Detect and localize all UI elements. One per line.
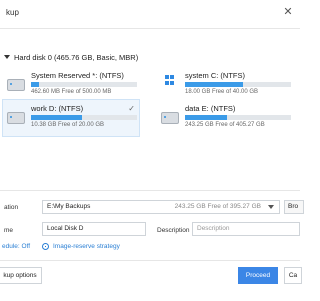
partition-usage-bar	[185, 82, 291, 87]
partition-name: system C: (NTFS)	[185, 71, 245, 80]
proceed-button[interactable]: Proceed	[238, 267, 278, 284]
partition-usage-fill	[185, 115, 228, 120]
disk-header-label: Hard disk 0 (465.76 GB, Basic, MBR)	[14, 53, 139, 62]
checkmark-icon: ✓	[128, 104, 135, 113]
destination-label: ation	[4, 204, 19, 211]
destination-select[interactable]: E:\My Backups 243.25 GB Free of 395.27 G…	[42, 200, 280, 214]
drive-icon	[7, 79, 25, 91]
title-bar: kup ✕	[0, 0, 300, 29]
footer-bar: kup options Proceed Ca	[0, 260, 302, 301]
destination-value: E:\My Backups	[47, 203, 91, 210]
disk-header[interactable]: Hard disk 0 (465.76 GB, Basic, MBR)	[4, 53, 138, 62]
partition-free: 462.60 MB Free of 500.00 MB	[31, 89, 112, 95]
backup-window: kup ✕ Hard disk 0 (465.76 GB, Basic, MBR…	[0, 0, 304, 301]
windows-logo-icon	[165, 75, 175, 85]
chevron-down-icon	[268, 205, 274, 209]
cancel-button[interactable]: Ca	[284, 267, 302, 284]
partition-usage-fill	[31, 82, 40, 87]
section-divider	[0, 190, 300, 191]
partition-usage-bar	[185, 115, 291, 120]
plan-name-label: me	[4, 227, 14, 234]
schedule-link[interactable]: edule: Off	[2, 243, 30, 250]
partition-free: 243.25 GB Free of 405.27 GB	[185, 122, 265, 128]
image-reserve-icon	[42, 243, 49, 250]
plan-name-input[interactable]: Local Disk D	[42, 222, 146, 236]
description-label: Description	[157, 227, 190, 234]
partition-name: data E: (NTFS)	[185, 104, 236, 113]
browse-button[interactable]: Bro	[284, 200, 304, 214]
description-input[interactable]: Description	[192, 222, 300, 236]
close-icon[interactable]: ✕	[282, 6, 294, 18]
partition-name: System Reserved *: (NTFS)	[31, 71, 124, 80]
partition-work-d[interactable]: work D: (NTFS) ✓ 10.38 GB Free of 20.00 …	[2, 99, 140, 137]
image-reserve-link[interactable]: Image-reserve strategy	[53, 243, 120, 250]
partition-free: 18.00 GB Free of 40.00 GB	[185, 89, 259, 95]
partition-usage-bar	[31, 115, 137, 120]
window-title: kup	[6, 8, 19, 17]
partition-usage-fill	[185, 82, 244, 87]
backup-options-button[interactable]: kup options	[0, 267, 42, 284]
chevron-down-icon	[4, 55, 10, 59]
drive-icon	[161, 112, 179, 124]
partition-name: work D: (NTFS)	[31, 104, 84, 113]
partition-data-e[interactable]: data E: (NTFS) 243.25 GB Free of 405.27 …	[156, 99, 294, 137]
partition-usage-fill	[31, 115, 82, 120]
partition-free: 10.38 GB Free of 20.00 GB	[31, 122, 105, 128]
partition-usage-bar	[31, 82, 137, 87]
drive-icon	[7, 112, 25, 124]
destination-free: 243.25 GB Free of 395.27 GB	[174, 203, 261, 210]
